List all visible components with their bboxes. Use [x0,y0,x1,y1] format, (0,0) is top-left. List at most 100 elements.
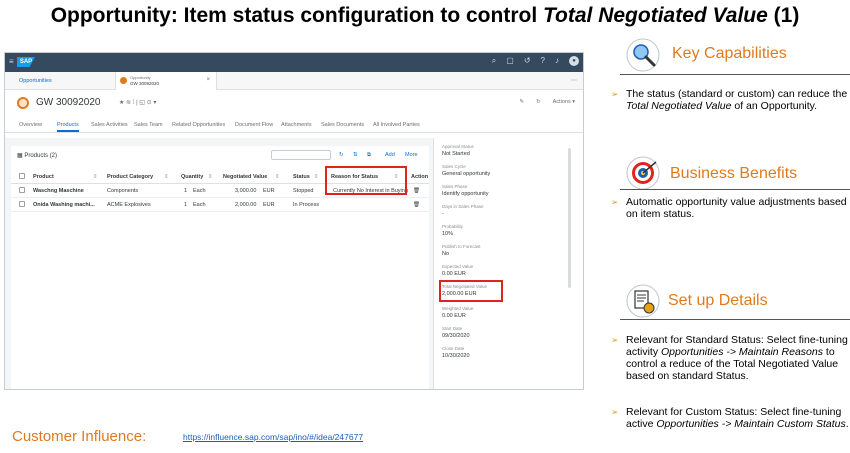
row-checkbox[interactable] [19,187,25,193]
search-icon[interactable]: ⌕ [492,56,496,66]
bullet-arrow-icon: ➢ [611,89,619,99]
menu-icon[interactable]: ≡ [9,57,14,66]
tab-bar: Opportunities Opportunity GW 30092020 × … [5,72,583,90]
unit: Each [193,188,206,194]
divider [620,319,850,320]
highlight-reason-column [325,166,407,195]
side-panel: Approval Status Not Started Sales Cycle Ge… [433,138,583,389]
subtab-sales-activities[interactable]: Sales Activities [91,122,128,128]
table-row[interactable]: Onida Washing machi... ACME Explosives 1… [11,198,429,212]
tab-doc-type: Opportunity [130,75,151,80]
col-product-category[interactable]: Product Category [107,174,153,180]
field-sales-cycle: Sales Cycle General opportunity [442,164,491,177]
subtab-sales-team[interactable]: Sales Team [134,122,163,128]
col-quantity[interactable]: Quantity [181,174,203,180]
product-name[interactable]: Waschng Maschine [33,188,84,194]
title-prefix: Opportunity: Item status configuration t… [50,4,543,27]
field-weighted-value: Weighted Value 0.00 EUR [442,306,474,319]
key-capabilities-heading: Key Capabilities [672,45,787,62]
bell-icon[interactable]: ♪ [555,56,559,66]
subtab-bar: Overview Products Sales Activities Sales… [5,119,583,133]
chat-icon[interactable]: ▢ [506,56,514,66]
subtab-products[interactable]: Products [57,122,79,132]
quantity: 1 [184,188,188,194]
add-button[interactable]: Add [385,152,395,158]
setup-details-heading: Set up Details [668,292,768,309]
divider [620,74,850,75]
subtab-document-flow[interactable]: Document Flow [235,122,273,128]
subtab-attachments[interactable]: Attachments [281,122,312,128]
edit-icon[interactable]: ✎ [519,99,524,105]
opportunity-icon [120,77,127,84]
sap-logo[interactable]: SAP [17,57,35,67]
negotiated-value: 3,000.00 [235,188,257,194]
currency: EUR [263,188,275,194]
slide-title: Opportunity: Item status configuration t… [0,4,850,28]
target-icon [626,156,660,190]
tab-opportunities[interactable]: Opportunities [19,78,52,84]
more-button[interactable]: More [405,152,418,158]
product-name[interactable]: Onida Washing machi... [33,202,95,208]
status: Stopped [293,188,314,194]
status: In Process [293,202,319,208]
history-icon[interactable]: ↺ [524,56,531,66]
setup-document-icon [626,284,660,318]
subtab-overview[interactable]: Overview [19,122,42,128]
subtab-sales-documents[interactable]: Sales Documents [321,122,364,128]
field-expected-value: Expected Value 0.00 EUR [442,264,474,277]
close-icon[interactable]: × [206,77,210,83]
sort-icon[interactable]: ⇕ [93,174,98,180]
product-category: ACME Explosives [107,202,151,208]
subtab-related-opportunities[interactable]: Related Opportunities [172,122,225,128]
field-start-date: Start Date 09/30/2020 [442,326,470,339]
setup-bullet-custom: ➢ Relevant for Custom Status: Select fin… [611,406,849,430]
col-status[interactable]: Status [293,174,310,180]
field-approval-status: Approval Status Not Started [442,144,474,157]
scrollbar[interactable] [568,148,571,288]
key-capabilities-text: ➢ The status (standard or custom) can re… [611,88,848,112]
actions-button[interactable]: Actions ▾ [553,99,575,105]
sort-icon[interactable]: ⇕ [314,174,319,180]
delete-icon[interactable]: 🗑 [413,202,420,208]
setup-bullet-standard: ➢ Relevant for Standard Status: Select f… [611,334,848,382]
title-italic: Total Negotiated Value [543,4,768,27]
col-product[interactable]: Product [33,174,54,180]
divider [620,189,850,190]
row-checkbox[interactable] [19,201,25,207]
sort-icon[interactable]: ⇕ [275,174,280,180]
bullet-arrow-icon: ➢ [611,407,619,417]
opportunity-icon [17,97,29,109]
refresh-icon[interactable]: ↻ [339,152,344,158]
refresh-icon[interactable]: ↻ [536,99,541,105]
customer-influence-label: Customer Influence: [12,428,147,445]
business-benefits-heading: Business Benefits [670,165,798,182]
user-avatar[interactable]: ● [569,56,579,66]
customer-influence-link[interactable]: https://influence.sap.com/sap/ino/#/idea… [183,432,363,442]
subtab-all-involved-parties[interactable]: All Involved Parties [373,122,420,128]
select-all-checkbox[interactable] [19,173,25,179]
sort-icon[interactable]: ⇅ [353,152,358,158]
magnifier-icon [626,38,660,72]
sort-icon[interactable]: ⇕ [208,174,213,180]
field-days-in-sales-phase: Days in Sales Phase - [442,204,484,217]
search-input[interactable] [271,150,331,160]
col-negotiated-value[interactable]: Negotiated Value [223,174,267,180]
sort-icon[interactable]: ⇕ [164,174,169,180]
tab-opportunity-doc[interactable]: Opportunity GW 30092020 × [115,72,217,90]
object-title: GW 30092020 [36,97,101,108]
delete-icon[interactable]: 🗑 [413,188,420,194]
help-icon[interactable]: ? [541,56,545,66]
products-panel: ▦ Products (2) ↻ ⇅ ⧉ Add More Product ⇕ … [11,146,429,389]
negotiated-value: 2,000.00 [235,202,257,208]
bullet-arrow-icon: ➢ [611,335,619,345]
title-suffix: (1) [767,4,800,27]
more-icon[interactable]: ⋯ [571,77,577,84]
header-icons[interactable]: ★ ≋ ⁞ | ◱ ⊙ ▾ [119,99,156,106]
field-publish-to-forecast: Publish to Forecast No [442,244,481,257]
currency: EUR [263,202,275,208]
product-category: Components [107,188,139,194]
field-close-date: Close Date 10/30/2020 [442,346,470,359]
copy-icon[interactable]: ⧉ [367,152,371,159]
main-content: ▦ Products (2) ↻ ⇅ ⧉ Add More Product ⇕ … [5,138,433,389]
highlight-total-negotiated-value [439,280,503,302]
